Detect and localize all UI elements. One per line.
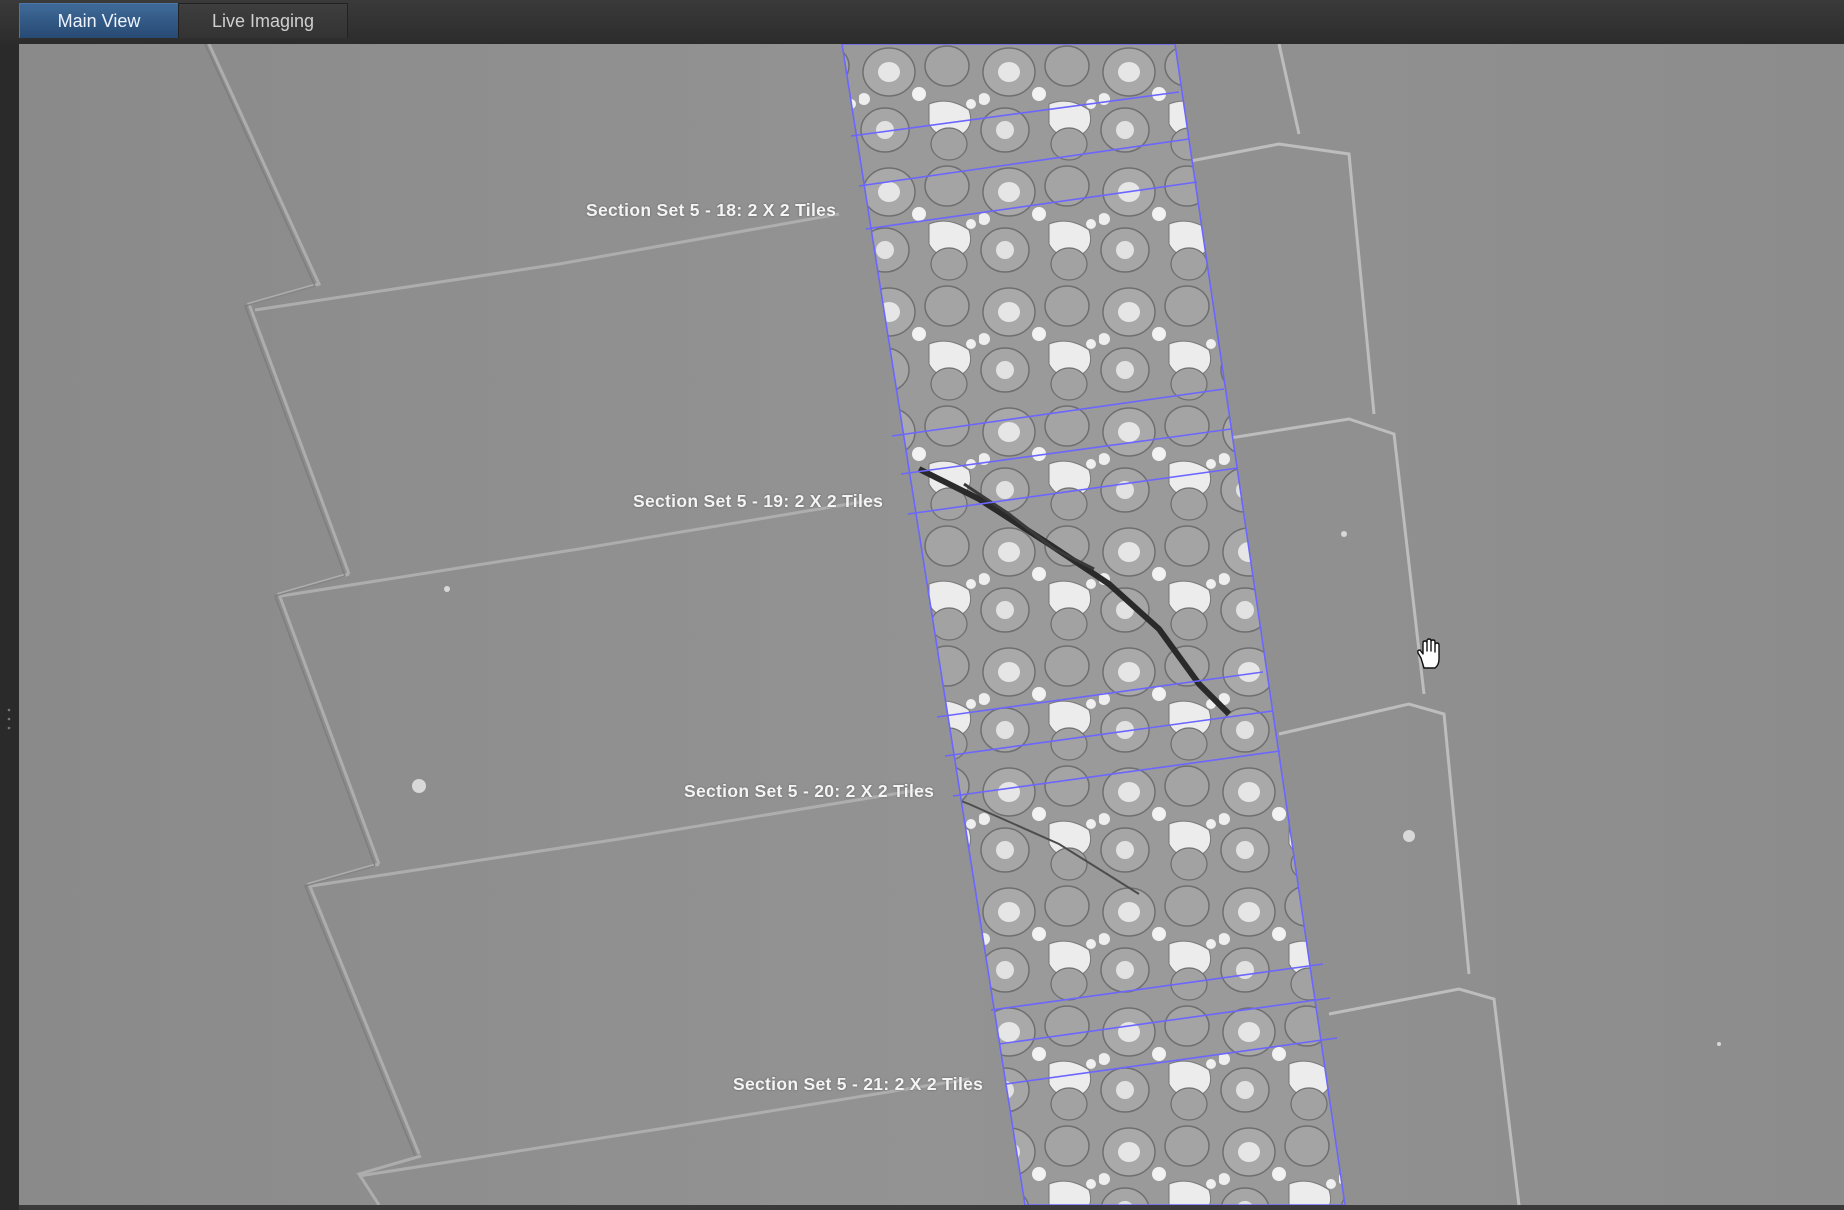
tab-main-view[interactable]: Main View — [19, 3, 179, 38]
section-label-20[interactable]: Section Set 5 - 20: 2 X 2 Tiles — [684, 781, 934, 802]
section-label-18[interactable]: Section Set 5 - 18: 2 X 2 Tiles — [586, 200, 836, 221]
viewport-bottom-border — [19, 1205, 1844, 1210]
tab-live-imaging[interactable]: Live Imaging — [178, 3, 348, 38]
grip-dots-icon — [7, 708, 11, 730]
section-label-19[interactable]: Section Set 5 - 19: 2 X 2 Tiles — [633, 491, 883, 512]
main-image-viewport[interactable]: Section Set 5 - 18: 2 X 2 Tiles Section … — [19, 44, 1844, 1205]
left-panel-splitter[interactable] — [0, 44, 20, 1210]
hand-pan-icon — [1417, 638, 1440, 669]
sample-overview-image — [19, 44, 1844, 1205]
view-tab-bar: Main View Live Imaging — [0, 0, 1844, 45]
section-label-21[interactable]: Section Set 5 - 21: 2 X 2 Tiles — [733, 1074, 983, 1095]
app-window: Main View Live Imaging Section Set 5 - 1… — [0, 0, 1844, 1210]
